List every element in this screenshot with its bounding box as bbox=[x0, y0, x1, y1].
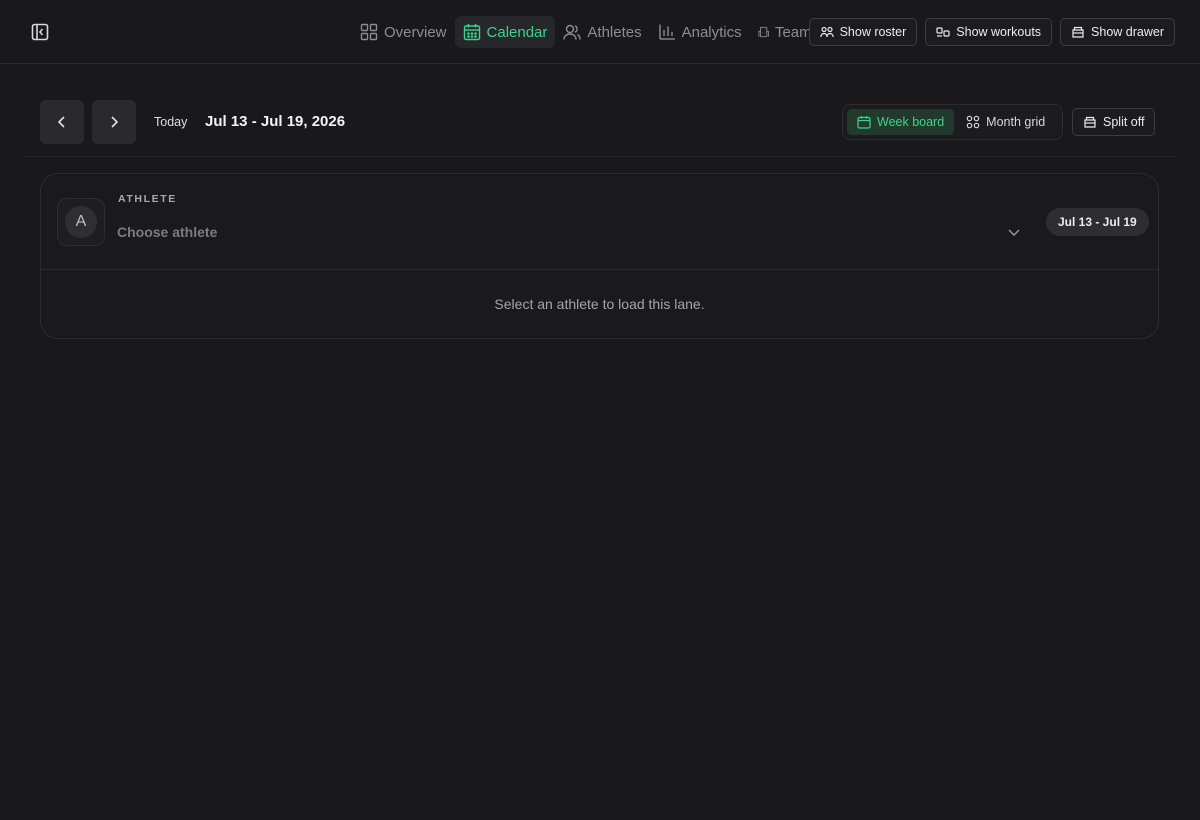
calendar-toolbar: Today Jul 13 - Jul 19, 2026 Week board M… bbox=[24, 100, 1176, 157]
drawer-icon bbox=[1084, 116, 1096, 128]
sidebar-toggle-icon[interactable] bbox=[28, 20, 52, 44]
split-off-button[interactable]: Split off bbox=[1072, 108, 1156, 136]
nav-item-calendar[interactable]: Calendar bbox=[454, 16, 556, 48]
drawer-icon bbox=[1072, 26, 1084, 38]
nav-item-label: Athletes bbox=[587, 23, 642, 41]
top-actions: Show roster Show workouts Show drawer bbox=[808, 18, 1175, 46]
month-grid-option[interactable]: Month grid bbox=[956, 109, 1055, 135]
athlete-lane: A ATHLETE Choose athlete Jul 13 - Jul 19… bbox=[40, 173, 1159, 339]
workouts-icon bbox=[936, 27, 950, 37]
main-nav: Overview Calendar Athletes Analytics Tea… bbox=[352, 16, 820, 48]
nav-item-overview[interactable]: Overview bbox=[352, 16, 455, 48]
show-workouts-label: Show workouts bbox=[956, 25, 1042, 39]
nav-item-analytics[interactable]: Analytics bbox=[650, 16, 750, 48]
chevron-right-icon bbox=[111, 116, 119, 128]
view-toggle: Week board Month grid bbox=[842, 104, 1063, 140]
grid-icon bbox=[360, 23, 378, 41]
month-grid-label: Month grid bbox=[986, 115, 1046, 129]
show-workouts-button[interactable]: Show workouts bbox=[925, 18, 1053, 46]
avatar-frame: A bbox=[57, 198, 105, 246]
roster-icon bbox=[819, 26, 834, 38]
show-roster-button[interactable]: Show roster bbox=[808, 18, 918, 46]
nav-item-athletes[interactable]: Athletes bbox=[555, 16, 649, 48]
avatar: A bbox=[65, 206, 97, 238]
show-roster-label: Show roster bbox=[839, 25, 907, 39]
show-drawer-button[interactable]: Show drawer bbox=[1060, 18, 1175, 46]
lane-empty-message: Select an athlete to load this lane. bbox=[494, 296, 705, 312]
lane-header: A ATHLETE Choose athlete Jul 13 - Jul 19 bbox=[41, 174, 1158, 270]
lane-range-badge: Jul 13 - Jul 19 bbox=[1046, 208, 1149, 236]
users-icon bbox=[563, 24, 582, 40]
today-button[interactable]: Today bbox=[146, 112, 195, 132]
athlete-select-placeholder: Choose athlete bbox=[117, 224, 218, 240]
nav-item-label: Overview bbox=[384, 23, 447, 41]
chevron-down-icon bbox=[1008, 229, 1020, 236]
chevron-left-icon bbox=[57, 116, 65, 128]
nav-item-label: Analytics bbox=[681, 23, 742, 41]
show-drawer-label: Show drawer bbox=[1091, 25, 1164, 39]
calendar-icon bbox=[857, 116, 871, 129]
nav-item-label: Calendar bbox=[486, 23, 548, 41]
previous-week-button[interactable] bbox=[40, 100, 84, 144]
calendar-icon bbox=[463, 24, 480, 41]
date-range-title: Jul 13 - Jul 19, 2026 bbox=[205, 113, 346, 130]
nav-item-label: Team bbox=[774, 23, 812, 41]
week-board-label: Week board bbox=[877, 115, 945, 129]
building-icon bbox=[758, 26, 769, 38]
bar-chart-icon bbox=[658, 24, 675, 40]
grid-icon bbox=[966, 115, 980, 129]
athlete-label: ATHLETE bbox=[118, 193, 177, 205]
next-week-button[interactable] bbox=[92, 100, 136, 144]
athlete-select[interactable]: Choose athlete bbox=[117, 219, 1021, 245]
top-bar: Overview Calendar Athletes Analytics Tea… bbox=[0, 0, 1200, 64]
split-off-label: Split off bbox=[1103, 115, 1145, 129]
week-board-option[interactable]: Week board bbox=[847, 109, 955, 135]
